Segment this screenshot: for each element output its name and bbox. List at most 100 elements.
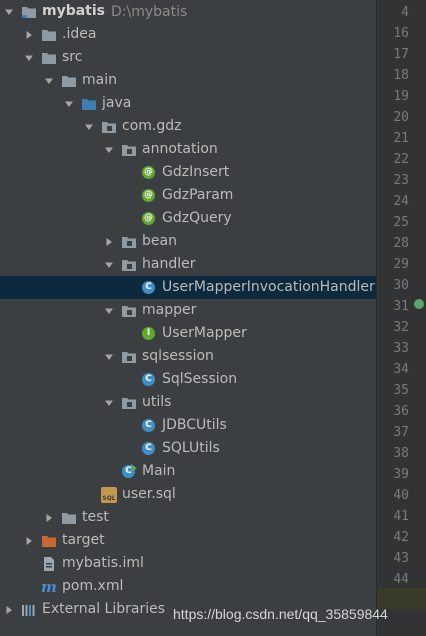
tree-node-label: SQLUtils	[162, 440, 220, 456]
tree-node-mapper[interactable]: mapper	[0, 299, 376, 322]
tree-arrow-spacer	[124, 207, 134, 230]
collapse-arrow-icon[interactable]	[104, 391, 114, 414]
tree-node-label: .idea	[62, 26, 97, 42]
tree-node-com-gdz[interactable]: com.gdz	[0, 115, 376, 138]
tree-node-label: com.gdz	[122, 118, 182, 134]
line-number: 41	[393, 509, 409, 524]
collapse-arrow-icon[interactable]	[104, 345, 114, 368]
tree-node-user-sql[interactable]: SQL user.sql	[0, 483, 376, 506]
collapse-arrow-icon[interactable]	[64, 92, 74, 115]
tree-node-sqlsession[interactable]: C SqlSession	[0, 368, 376, 391]
line-number: 29	[393, 257, 409, 272]
watermark-text: https://blog.csdn.net/qq_35859844	[173, 606, 388, 622]
collapse-arrow-icon[interactable]	[104, 253, 114, 276]
annotation-icon: @	[142, 188, 155, 202]
tree-node-label: mybatis.iml	[62, 555, 144, 571]
collapse-arrow-icon[interactable]	[4, 0, 14, 23]
line-number: 25	[393, 215, 409, 230]
line-number: 39	[393, 467, 409, 482]
tree-arrow-spacer	[124, 414, 134, 437]
run-gutter-icon[interactable]	[414, 299, 424, 309]
tree-node-test[interactable]: test	[0, 506, 376, 529]
tree-node-label: main	[82, 72, 117, 88]
expand-arrow-icon[interactable]	[24, 529, 34, 552]
tree-node-gdzparam[interactable]: @ GdzParam	[0, 184, 376, 207]
chevron-right-icon	[46, 513, 52, 522]
tree-node-label: SqlSession	[162, 371, 238, 387]
tree-node-usermapperinvocationhandler[interactable]: C UserMapperInvocationHandler	[0, 276, 376, 299]
tree-node-usermapper[interactable]: I UserMapper	[0, 322, 376, 345]
module-folder-icon	[21, 4, 37, 20]
tree-arrow-spacer	[124, 161, 134, 184]
tree-node-annotation[interactable]: annotation	[0, 138, 376, 161]
tree-node-mybatis[interactable]: mybatis D:\mybatis	[0, 0, 376, 23]
expand-arrow-icon[interactable]	[44, 506, 54, 529]
tree-node-src[interactable]: src	[0, 46, 376, 69]
tree-node-gdzinsert[interactable]: @ GdzInsert	[0, 161, 376, 184]
tree-node-label: UserMapperInvocationHandler	[162, 279, 375, 295]
module-path: D:\mybatis	[111, 3, 188, 20]
line-number: 30	[393, 278, 409, 293]
collapse-arrow-icon[interactable]	[104, 138, 114, 161]
tree-arrow-spacer	[124, 437, 134, 460]
expand-arrow-icon[interactable]	[104, 230, 114, 253]
tree-node-main[interactable]: main	[0, 69, 376, 92]
chevron-down-icon	[5, 9, 13, 15]
folder-icon	[41, 27, 57, 43]
tree-node-bean[interactable]: bean	[0, 230, 376, 253]
expand-arrow-icon[interactable]	[24, 23, 34, 46]
expand-arrow-icon[interactable]	[4, 598, 14, 621]
collapse-arrow-icon[interactable]	[104, 299, 114, 322]
collapse-arrow-icon[interactable]	[44, 69, 54, 92]
tree-arrow-spacer	[124, 368, 134, 391]
class-icon: C	[141, 280, 157, 296]
tree-node-label: External Libraries	[42, 601, 165, 617]
chevron-down-icon	[25, 55, 33, 61]
line-number: 35	[393, 383, 409, 398]
tree-node-label: test	[82, 509, 109, 525]
annotation-icon: @	[142, 211, 155, 225]
folder-icon	[41, 50, 57, 66]
package-icon	[121, 395, 137, 411]
line-number: 4	[401, 5, 409, 20]
tree-node-idea[interactable]: .idea	[0, 23, 376, 46]
line-number: 20	[393, 110, 409, 125]
tree-node-sqlutils[interactable]: C SQLUtils	[0, 437, 376, 460]
chevron-down-icon	[85, 124, 93, 130]
chevron-down-icon	[65, 101, 73, 107]
tree-node-label: utils	[142, 394, 172, 410]
excluded-folder-icon	[41, 533, 57, 549]
tree-node-label: bean	[142, 233, 177, 249]
line-number: 22	[393, 152, 409, 167]
tree-node-label: pom.xml	[62, 578, 124, 594]
tree-node-gdzquery[interactable]: @ GdzQuery	[0, 207, 376, 230]
tree-node-sqlsession[interactable]: sqlsession	[0, 345, 376, 368]
tree-node-handler[interactable]: handler	[0, 253, 376, 276]
collapse-arrow-icon[interactable]	[84, 115, 94, 138]
tree-node-label: JDBCUtils	[162, 417, 227, 433]
tree-node-pom-xml[interactable]: m pom.xml	[0, 575, 376, 598]
collapse-arrow-icon[interactable]	[24, 46, 34, 69]
tree-node-main[interactable]: C Main	[0, 460, 376, 483]
tree-node-mybatis-iml[interactable]: mybatis.iml	[0, 552, 376, 575]
tree-arrow-spacer	[84, 483, 94, 506]
line-number: 40	[393, 488, 409, 503]
tree-node-utils[interactable]: utils	[0, 391, 376, 414]
source-folder-icon	[81, 96, 97, 112]
chevron-down-icon	[105, 400, 113, 406]
chevron-down-icon	[105, 147, 113, 153]
line-number: 33	[393, 341, 409, 356]
package-icon	[101, 119, 117, 135]
chevron-down-icon	[105, 262, 113, 268]
tree-node-java[interactable]: java	[0, 92, 376, 115]
tree-node-target[interactable]: target	[0, 529, 376, 552]
tree-node-label: target	[62, 532, 105, 548]
tree-node-label: GdzQuery	[162, 210, 232, 226]
tree-node-label: src	[62, 49, 83, 65]
tree-node-jdbcutils[interactable]: C JDBCUtils	[0, 414, 376, 437]
folder-icon	[61, 73, 77, 89]
line-number: 32	[393, 320, 409, 335]
tree-node-label: mybatis	[42, 3, 106, 19]
interface-icon: I	[141, 326, 157, 342]
iml-file-icon	[41, 556, 57, 572]
